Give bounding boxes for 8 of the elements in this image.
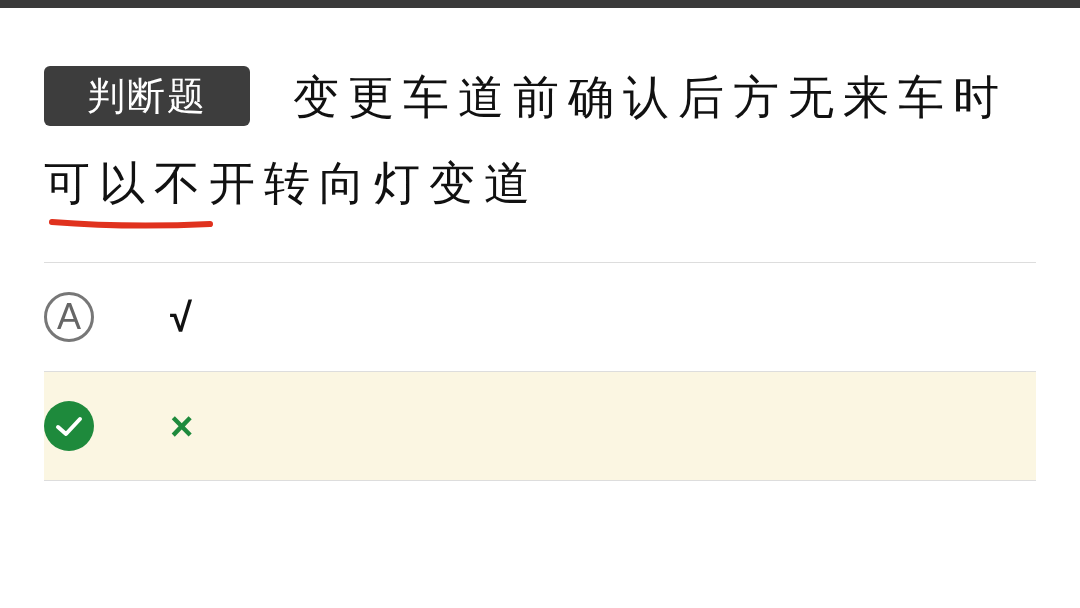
- check-circle-icon: [44, 401, 94, 451]
- option-label: ×: [170, 403, 194, 450]
- question-text: 变更车道前确认后方无来车时: [293, 71, 1008, 123]
- option-row[interactable]: ×: [44, 372, 1036, 481]
- option-label: √: [170, 294, 192, 341]
- option-letter: A: [44, 292, 94, 342]
- question-text: 可以不开转向灯变道: [44, 156, 539, 211]
- question-type-badge: 判断题: [44, 65, 250, 126]
